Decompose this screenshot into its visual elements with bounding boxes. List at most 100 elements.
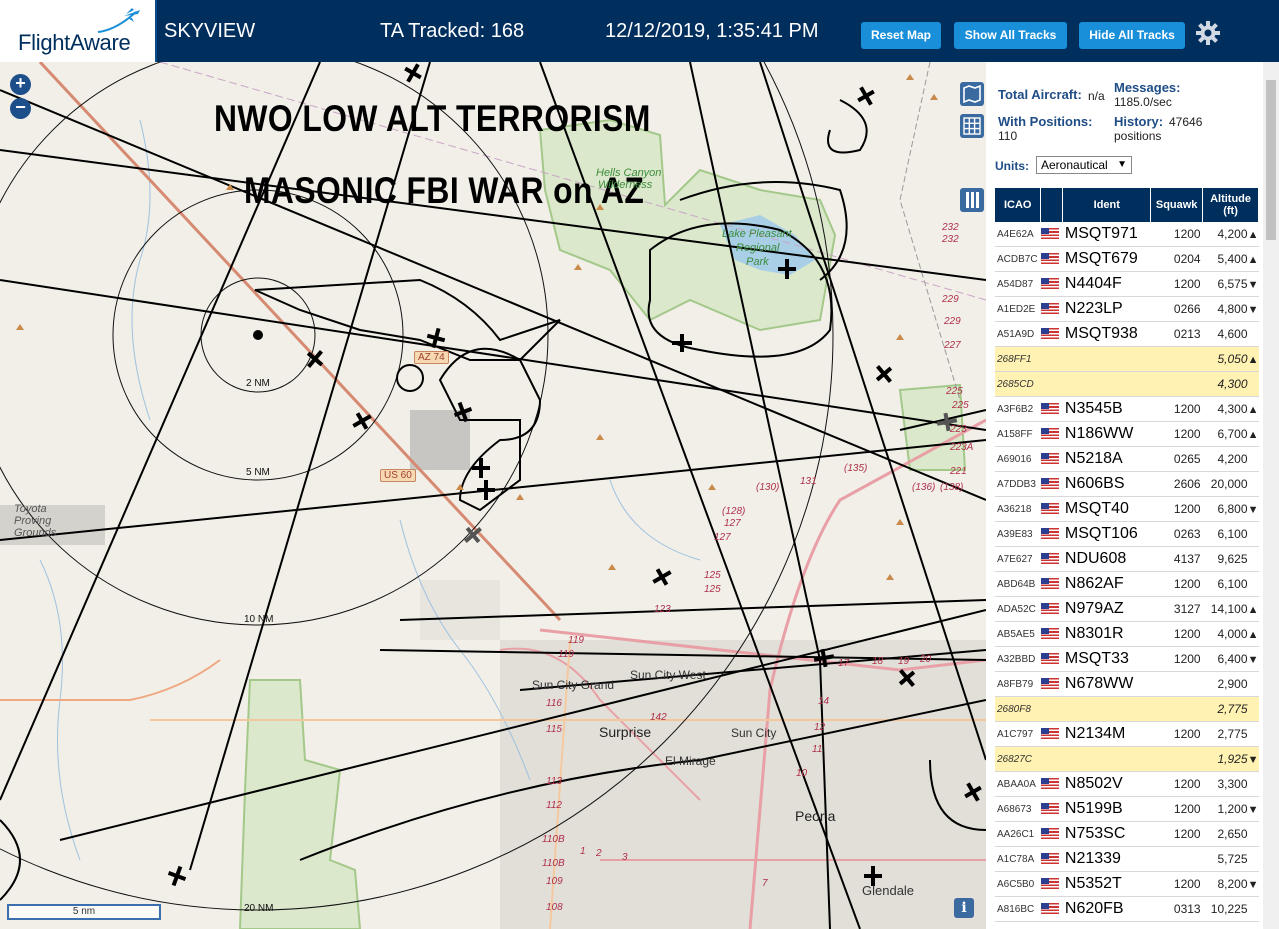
table-row[interactable]: AB5AE5 N8301R 1200 4,000▲ bbox=[995, 621, 1259, 647]
row-icao: A54D87 bbox=[995, 271, 1041, 297]
road-number: 225 bbox=[952, 400, 969, 411]
table-row[interactable]: A32BBD MSQT33 1200 6,400▼ bbox=[995, 646, 1259, 672]
table-row[interactable]: AA26C1 N753SC 1200 2,650 bbox=[995, 821, 1259, 847]
table-row[interactable]: A3F6B2 N3545B 1200 4,300▲ bbox=[995, 396, 1259, 422]
row-icao: A7E627 bbox=[995, 546, 1041, 572]
road-number: 7 bbox=[762, 878, 768, 889]
altitude-value: 9,625 bbox=[1217, 552, 1248, 566]
with-positions-label: With Positions: bbox=[998, 114, 1093, 129]
row-icao: A39E83 bbox=[995, 521, 1041, 547]
row-squawk bbox=[1150, 371, 1203, 397]
road-number: 116 bbox=[546, 698, 562, 709]
peak-markers bbox=[16, 74, 938, 580]
road-number: 10 bbox=[796, 768, 808, 779]
table-row[interactable]: ADA52C N979AZ 3127 14,100▲ bbox=[995, 596, 1259, 622]
row-altitude: 6,700▲ bbox=[1202, 421, 1259, 447]
table-row[interactable]: A54D87 N4404F 1200 6,575▼ bbox=[995, 271, 1259, 297]
table-row[interactable]: ABD64B N862AF 1200 6,100 bbox=[995, 571, 1259, 597]
overlay-banner-line2: MASONIC FBI WAR on AZ bbox=[244, 170, 645, 211]
column-header-squawk[interactable]: Squawk bbox=[1150, 188, 1204, 222]
map-canvas[interactable]: + − NWO LOW ALT TERRORISM MASONIC FBI WA… bbox=[0, 62, 986, 929]
show-all-tracks-button[interactable]: Show All Tracks bbox=[954, 22, 1067, 49]
map-layers-icon[interactable] bbox=[960, 82, 984, 106]
zoom-in-button[interactable]: + bbox=[10, 74, 31, 95]
row-altitude: 10,225 bbox=[1202, 896, 1259, 922]
place-surprise: Surprise bbox=[599, 724, 652, 740]
us-flag-icon bbox=[1040, 428, 1059, 440]
column-header-flag[interactable] bbox=[1040, 188, 1064, 222]
table-row[interactable]: A4E62A MSQT971 1200 4,200▲ bbox=[995, 222, 1259, 247]
panel-scrollbar[interactable] bbox=[1263, 62, 1279, 929]
datetime: 12/12/2019, 1:35:41 PM bbox=[605, 20, 819, 42]
panel-toggle-icon[interactable] bbox=[960, 188, 984, 212]
altitude-trend-icon: ▼ bbox=[1247, 654, 1259, 666]
table-row[interactable]: A7DDB3 N606BS 2606 20,000 bbox=[995, 471, 1259, 497]
table-row[interactable]: 268FF1 5,050▲ bbox=[995, 346, 1259, 372]
table-row[interactable]: A39E83 MSQT106 0263 6,100 bbox=[995, 521, 1259, 547]
ring-label-10nm: 10 NM bbox=[244, 614, 274, 625]
messages-label: Messages: bbox=[1114, 80, 1181, 95]
road-number: 20 bbox=[920, 654, 932, 665]
column-header-icao[interactable]: ICAO bbox=[995, 188, 1042, 222]
row-altitude: 20,000 bbox=[1202, 471, 1259, 497]
flightaware-logo[interactable]: FlightAware bbox=[0, 0, 157, 62]
row-flag bbox=[1040, 421, 1063, 447]
row-flag bbox=[1040, 896, 1063, 922]
row-flag bbox=[1040, 696, 1063, 722]
altitude-value: 6,100 bbox=[1217, 527, 1248, 541]
table-row[interactable]: 2685CD 4,300 bbox=[995, 371, 1259, 397]
table-row[interactable]: A7E627 NDU608 4137 9,625 bbox=[995, 546, 1259, 572]
place-toyota-3: Grounds bbox=[14, 527, 57, 539]
grid-overlay-icon[interactable] bbox=[960, 114, 984, 138]
row-flag bbox=[1040, 271, 1063, 297]
units-select[interactable]: Aeronautical ▼ bbox=[1036, 156, 1132, 174]
altitude-trend-icon: ▼ bbox=[1247, 879, 1259, 891]
ring-label-5nm: 5 NM bbox=[246, 467, 270, 478]
row-squawk: 0213 bbox=[1150, 321, 1203, 347]
row-squawk: 1200 bbox=[1150, 721, 1203, 747]
table-row[interactable]: A1ED2E N223LP 0266 4,800▼ bbox=[995, 296, 1259, 322]
row-altitude: 14,100▲ bbox=[1202, 596, 1259, 622]
table-row[interactable]: 26827C 1,925▼ bbox=[995, 746, 1259, 772]
gear-icon[interactable] bbox=[1195, 20, 1221, 46]
altitude-trend-icon: ▼ bbox=[1247, 804, 1259, 816]
table-row[interactable]: ACDB7C MSQT679 0204 5,400▲ bbox=[995, 246, 1259, 272]
row-ident: N8502V bbox=[1062, 771, 1151, 797]
column-header-ident[interactable]: Ident bbox=[1062, 188, 1152, 222]
row-ident: N862AF bbox=[1062, 571, 1151, 597]
table-row[interactable]: 2680F8 2,775 bbox=[995, 696, 1259, 722]
info-icon[interactable]: i bbox=[954, 898, 974, 918]
table-row[interactable]: A158FF N186WW 1200 6,700▲ bbox=[995, 421, 1259, 447]
altitude-value: 4,800 bbox=[1217, 302, 1248, 316]
row-flag bbox=[1040, 546, 1063, 572]
table-row[interactable]: A36218 MSQT40 1200 6,800▼ bbox=[995, 496, 1259, 522]
table-row[interactable]: A69016 N5218A 0265 4,200 bbox=[995, 446, 1259, 472]
table-row[interactable]: A816BC N620FB 0313 10,225 bbox=[995, 896, 1259, 922]
table-row[interactable]: ABAA0A N8502V 1200 3,300 bbox=[995, 771, 1259, 797]
row-squawk: 1200 bbox=[1150, 821, 1203, 847]
table-row[interactable]: A68673 N5199B 1200 1,200▼ bbox=[995, 796, 1259, 822]
row-ident: N620FB bbox=[1062, 896, 1151, 922]
hide-all-tracks-button[interactable]: Hide All Tracks bbox=[1079, 22, 1185, 49]
aircraft-table: ICAO Ident Squawk Altitude (ft) A4E62A MS… bbox=[995, 188, 1259, 922]
road-number: 229 bbox=[944, 316, 961, 327]
table-row[interactable]: A6C5B0 N5352T 1200 8,200▼ bbox=[995, 871, 1259, 897]
row-squawk: 1200 bbox=[1150, 421, 1203, 447]
table-row[interactable]: A1C78A N21339 5,725 bbox=[995, 846, 1259, 872]
row-ident: MSQT938 bbox=[1062, 321, 1151, 347]
table-row[interactable]: A51A9D MSQT938 0213 4,600 bbox=[995, 321, 1259, 347]
map-scale-bar: 5 nm bbox=[7, 904, 161, 920]
scrollbar-thumb[interactable] bbox=[1266, 80, 1276, 240]
altitude-value: 5,725 bbox=[1217, 852, 1248, 866]
reset-map-button[interactable]: Reset Map bbox=[861, 22, 941, 49]
row-ident: MSQT679 bbox=[1062, 246, 1151, 272]
table-row[interactable]: A8FB79 N678WW 2,900 bbox=[995, 671, 1259, 697]
zoom-out-button[interactable]: − bbox=[10, 98, 31, 119]
road-number: 227 bbox=[944, 340, 961, 351]
row-icao: A68673 bbox=[995, 796, 1041, 822]
table-row[interactable]: A1C797 N2134M 1200 2,775 bbox=[995, 721, 1259, 747]
view-title: SKYVIEW bbox=[164, 20, 256, 42]
row-squawk: 1200 bbox=[1150, 496, 1203, 522]
column-header-altitude[interactable]: Altitude (ft) bbox=[1202, 188, 1259, 222]
row-altitude: 6,100 bbox=[1202, 571, 1259, 597]
